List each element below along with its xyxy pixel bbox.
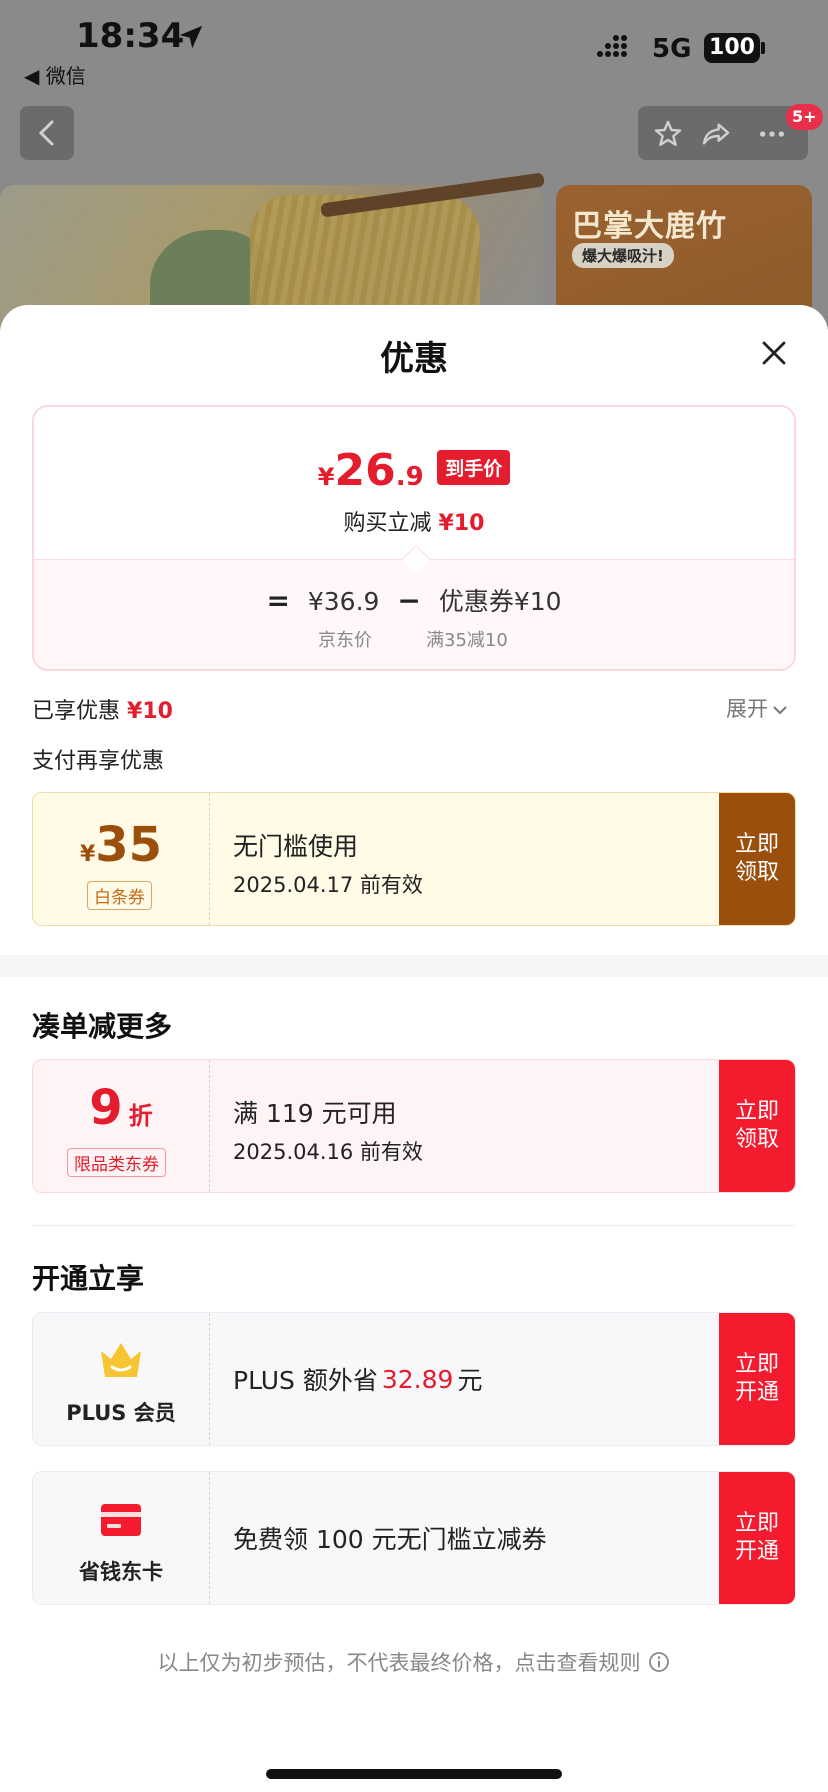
card-text: 免费领 100 元无门槛立减券 <box>233 1525 547 1554</box>
saving-card-offer: 省钱东卡 免费领 100 元无门槛立减券 立即 开通 <box>32 1471 796 1605</box>
plus-member-offer: PLUS 会员 PLUS 额外省 32.89 元 立即 开通 <box>32 1312 796 1446</box>
formula-equals: = <box>266 584 290 617</box>
price-breakdown: ¥26.9 到手价 购买立减 ¥10 = ¥36.9 − 优惠券¥10 京东价 … <box>32 405 796 671</box>
plus-text-pre: PLUS 额外省 <box>233 1366 378 1395</box>
baitiao-coupon: ¥35 白条券 无门槛使用 2025.04.17 前有效 立即 领取 <box>32 792 796 926</box>
disclaimer-text: 以上仅为初步预估，不代表最终价格，点击查看规则 <box>157 1651 641 1675</box>
coupon-amount: 优惠券¥10 <box>438 587 562 616</box>
baitiao-number: 35 <box>95 817 163 873</box>
background-page: 巴掌大鹿竹 爆大爆吸汁! 18:34 ◀ 微信 5G 100 5+ <box>0 0 828 330</box>
instant-reduce-amount: ¥10 <box>438 511 485 536</box>
battery-tip <box>761 42 765 54</box>
coupon-condition: 满 119 元可用 <box>233 1099 397 1128</box>
home-indicator <box>266 1769 562 1779</box>
claim-discount-button[interactable]: 立即 领取 <box>719 1060 795 1192</box>
pay-more-label: 支付再享优惠 <box>32 749 165 774</box>
info-icon <box>648 1652 669 1672</box>
network-type: 5G <box>652 34 692 64</box>
coupon-divider <box>209 793 210 925</box>
share-icon[interactable] <box>700 118 732 150</box>
jd-price-label: 京东价 <box>318 630 372 651</box>
open-plus-button[interactable]: 立即 开通 <box>719 1313 795 1445</box>
more-section-title: 凑单减更多 <box>32 1010 173 1043</box>
card-label: 省钱东卡 <box>79 1560 163 1584</box>
close-icon[interactable] <box>756 335 792 371</box>
discount-coupon: 9折 限品类东券 满 119 元可用 2025.04.16 前有效 立即 领取 <box>32 1059 796 1193</box>
coupon-expiry: 2025.04.17 前有效 <box>233 873 423 897</box>
enjoyed-label: 已享优惠 <box>32 699 121 724</box>
coupon-condition: 无门槛使用 <box>233 832 359 861</box>
jd-price: ¥36.9 <box>307 587 380 616</box>
more-icon[interactable] <box>756 118 788 150</box>
location-arrow-icon <box>179 25 203 49</box>
formula-minus: − <box>397 584 421 617</box>
thumbnail-tag: 爆大爆吸汁! <box>572 243 674 268</box>
nav-actions <box>638 106 808 160</box>
open-button-label: 立即 开通 <box>734 1511 779 1564</box>
section-divider <box>32 1225 796 1226</box>
section-gap <box>0 955 828 977</box>
coupon-value: ¥35 白条券 <box>33 793 209 925</box>
plus-amount: 32.89 <box>381 1364 454 1394</box>
baitiao-tag: 白条券 <box>87 881 152 910</box>
plus-label: PLUS 会员 <box>66 1401 176 1425</box>
discount-tag: 限品类东券 <box>67 1148 166 1177</box>
coupon-divider <box>209 1472 210 1604</box>
final-price: ¥26.9 到手价 <box>34 445 794 496</box>
open-button-label: 立即 开通 <box>734 1352 779 1405</box>
final-price-tag: 到手价 <box>437 450 511 485</box>
claim-button-label: 立即 领取 <box>734 832 779 885</box>
expand-label: 展开 <box>726 697 768 721</box>
final-price-currency: ¥ <box>317 463 335 491</box>
price-summary: ¥26.9 到手价 购买立减 ¥10 <box>34 407 794 559</box>
crown-icon <box>101 1343 141 1377</box>
final-price-integer: 26 <box>334 445 396 496</box>
coupon-rule: 满35减10 <box>426 630 508 651</box>
card-left: 省钱东卡 <box>33 1472 209 1604</box>
sheet-title: 优惠 <box>380 339 448 379</box>
plus-saving-text: PLUS 额外省 32.89 元 <box>233 1313 482 1445</box>
instant-reduce-label: 购买立减 <box>343 511 432 536</box>
baitiao-currency: ¥ <box>79 842 96 867</box>
battery-icon: 100 <box>704 33 760 63</box>
status-bar: 18:34 ◀ 微信 5G 100 <box>0 0 828 90</box>
signal-icon <box>597 35 627 57</box>
back-to-app-link[interactable]: ◀ 微信 <box>24 60 86 89</box>
open-section-title: 开通立享 <box>32 1262 145 1295</box>
star-icon[interactable] <box>652 118 684 150</box>
back-button[interactable] <box>20 106 74 160</box>
coupon-divider <box>209 1060 210 1192</box>
price-formula: = ¥36.9 − 优惠券¥10 京东价 满35减10 <box>34 559 794 669</box>
enjoyed-amount: ¥10 <box>127 699 173 724</box>
expand-button[interactable]: 展开 <box>726 693 788 723</box>
final-price-decimal: .9 <box>395 462 424 492</box>
chevron-left-icon <box>38 120 54 146</box>
message-badge: 5+ <box>786 104 823 130</box>
card-icon <box>101 1504 141 1536</box>
discount-unit: 折 <box>128 1102 153 1130</box>
plus-left: PLUS 会员 <box>33 1313 209 1445</box>
disclaimer-link[interactable]: 以上仅为初步预估，不代表最终价格，点击查看规则 <box>0 1647 828 1677</box>
plus-text-post: 元 <box>457 1366 483 1395</box>
coupon-divider <box>209 1313 210 1445</box>
discount-number: 9 <box>89 1080 123 1136</box>
claim-button-label: 立即 领取 <box>734 1099 779 1152</box>
coupon-expiry: 2025.04.16 前有效 <box>233 1140 423 1164</box>
status-time: 18:34 <box>76 16 185 56</box>
thumbnail-title: 巴掌大鹿竹 <box>572 209 727 244</box>
discount-sheet: 优惠 ¥26.9 到手价 购买立减 ¥10 = ¥36.9 − 优惠券¥10 京… <box>0 305 828 1792</box>
coupon-value: 9折 限品类东券 <box>33 1060 209 1192</box>
claim-baitiao-button[interactable]: 立即 领取 <box>719 793 795 925</box>
discount-value: 9折 <box>33 1080 209 1136</box>
baitiao-amount: ¥35 <box>33 817 209 873</box>
formula-line: = ¥36.9 − 优惠券¥10 <box>34 582 794 618</box>
open-card-button[interactable]: 立即 开通 <box>719 1472 795 1604</box>
chevron-down-icon <box>773 706 787 715</box>
instant-reduce: 购买立减 ¥10 <box>34 505 794 537</box>
enjoyed-discount: 已享优惠 ¥10 <box>32 693 173 725</box>
